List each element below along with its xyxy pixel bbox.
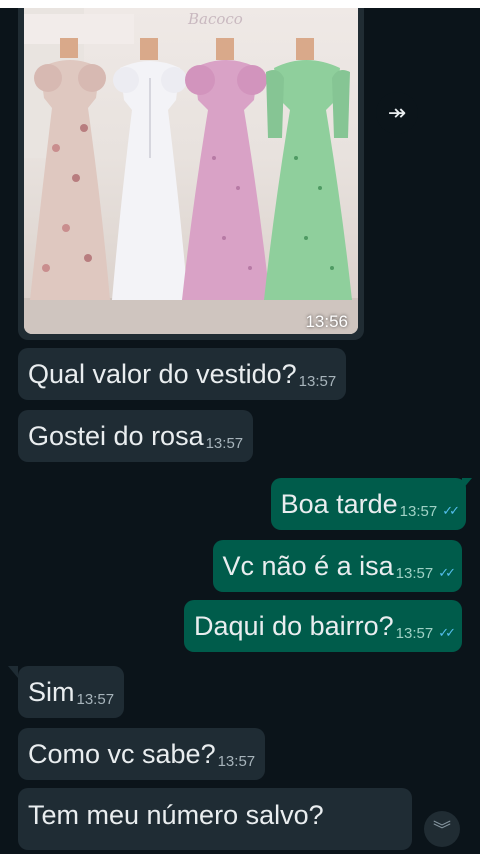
message-text: Qual valor do vestido? xyxy=(28,358,297,389)
double-check-icon: ✓✓ xyxy=(438,565,456,580)
message-time: 13:57 xyxy=(399,503,438,520)
message-bubble-outgoing[interactable]: Boa tarde 13:57 ✓✓ xyxy=(270,478,466,530)
message-text: Tem meu número salvo? xyxy=(28,800,324,830)
double-check-icon: ✓✓ xyxy=(442,503,460,518)
dress-green xyxy=(260,38,356,308)
message-text: Boa tarde xyxy=(280,488,398,519)
message-time: 13:57 xyxy=(395,565,434,582)
message-bubble-incoming[interactable]: Sim 13:57 xyxy=(18,666,125,718)
status-bar-strip xyxy=(0,0,480,8)
photo-timestamp: 13:56 xyxy=(305,312,348,331)
message-time: 13:57 xyxy=(205,435,244,452)
message-bubble-incoming[interactable]: Gostei do rosa 13:57 xyxy=(18,410,254,462)
scroll-to-bottom-button[interactable]: ︾ xyxy=(424,811,460,847)
message-text: Sim xyxy=(28,676,75,707)
message-bubble-incoming[interactable]: Qual valor do vestido? 13:57 xyxy=(18,348,347,400)
forward-button[interactable]: ↠ xyxy=(376,92,418,134)
double-check-icon: ✓✓ xyxy=(438,625,456,640)
photo-message-bubble[interactable]: Bacoco 13:56 xyxy=(18,8,364,340)
store-sign-text: Bacoco xyxy=(188,10,243,28)
message-bubble-outgoing[interactable]: Daqui do bairro? 13:57 ✓✓ xyxy=(184,600,462,652)
message-bubble-incoming[interactable]: Tem meu número salvo? xyxy=(18,788,412,850)
message-bubble-outgoing[interactable]: Vc não é a isa 13:57 ✓✓ xyxy=(212,540,462,592)
message-bubble-incoming[interactable]: Como vc sabe? 13:57 xyxy=(18,728,266,780)
bubble-tail xyxy=(8,666,18,678)
message-text: Gostei do rosa xyxy=(28,420,204,451)
store-sign: Bacoco xyxy=(174,8,269,34)
message-text: Daqui do bairro? xyxy=(194,610,394,641)
message-time: 13:57 xyxy=(217,753,256,770)
dresses-photo[interactable]: Bacoco 13:56 xyxy=(24,8,358,334)
dress-floral-beige xyxy=(26,38,114,308)
dress-white xyxy=(110,38,190,308)
dress-pink xyxy=(180,38,272,308)
message-time: 13:57 xyxy=(395,625,434,642)
message-text: Como vc sabe? xyxy=(28,738,216,769)
message-time: 13:57 xyxy=(298,373,337,390)
forward-icon: ↠ xyxy=(387,100,407,125)
chevron-double-down-icon: ︾ xyxy=(433,820,451,840)
message-time: 13:57 xyxy=(76,691,115,708)
message-text: Vc não é a isa xyxy=(222,550,394,581)
bubble-tail xyxy=(462,478,472,490)
